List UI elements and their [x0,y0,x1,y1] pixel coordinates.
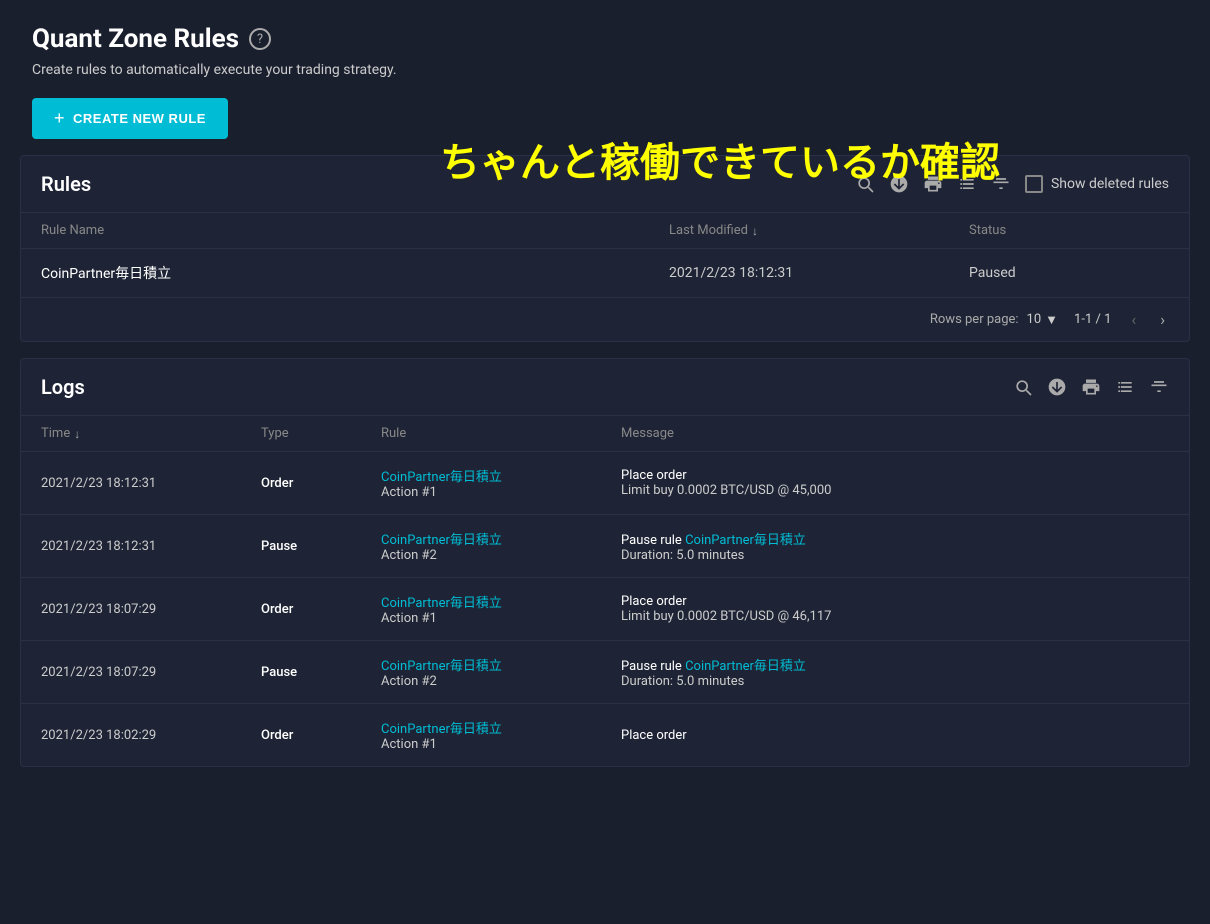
time-header[interactable]: Time ↓ [41,426,261,441]
rules-print-icon[interactable] [923,174,943,194]
show-deleted-checkbox[interactable] [1025,175,1043,193]
rules-section-header: Rules Show deleted rules [21,156,1189,213]
rules-section: Rules Show deleted rules R [20,155,1190,342]
last-modified-cell: 2021/2/23 18:12:31 [669,265,969,281]
rules-section-title: Rules [41,172,91,196]
log-type-5: Order [261,728,381,743]
status-cell: Paused [969,265,1169,281]
table-row: CoinPartner毎日積立 2021/2/23 18:12:31 Pause… [21,249,1189,298]
rules-filter-icon[interactable] [991,174,1011,194]
log-rule-action-1: Action #1 [381,485,621,500]
log-rule-link-2[interactable]: CoinPartner毎日積立 [381,529,621,548]
prev-page-button[interactable]: ‹ [1127,308,1140,331]
logs-search-icon[interactable] [1013,377,1033,397]
log-time-5: 2021/2/23 18:02:29 [41,728,261,743]
log-rule-1: CoinPartner毎日積立 Action #1 [381,466,621,500]
rules-search-icon[interactable] [855,174,875,194]
logs-filter-icon[interactable] [1149,377,1169,397]
log-rule-action-5: Action #1 [381,737,621,752]
pagination-info: 1-1 / 1 [1074,312,1111,327]
log-type-1: Order [261,476,381,491]
show-deleted-toggle[interactable]: Show deleted rules [1025,175,1169,193]
rows-per-page-label: Rows per page: [930,312,1019,327]
page-title: Quant Zone Rules [32,24,239,54]
log-time-4: 2021/2/23 18:07:29 [41,665,261,680]
log-time-2: 2021/2/23 18:12:31 [41,539,261,554]
help-icon[interactable]: ? [249,28,271,50]
log-message-2: Pause rule CoinPartner毎日積立 Duration: 5.0… [621,529,1169,563]
type-header: Type [261,426,381,441]
time-sort-arrow: ↓ [74,427,80,441]
table-row: 2021/2/23 18:12:31 Pause CoinPartner毎日積立… [21,515,1189,578]
rules-section-actions: Show deleted rules [855,174,1169,194]
logs-section-header: Logs [21,359,1189,416]
message-rule-link-4[interactable]: CoinPartner毎日積立 [685,659,806,674]
rule-name-header: Rule Name [41,223,669,238]
log-type-3: Order [261,602,381,617]
status-header: Status [969,223,1169,238]
log-rule-link-4[interactable]: CoinPartner毎日積立 [381,655,621,674]
rules-table-footer: Rows per page: 10 ▼ 1-1 / 1 ‹ › [21,298,1189,341]
log-rule-action-3: Action #1 [381,611,621,626]
logs-section: Logs Time ↓ Type Ru [20,358,1190,767]
log-time-3: 2021/2/23 18:07:29 [41,602,261,617]
rules-table-header: Rule Name Last Modified ↓ Status [21,213,1189,249]
log-rule-link-3[interactable]: CoinPartner毎日積立 [381,592,621,611]
table-row: 2021/2/23 18:07:29 Order CoinPartner毎日積立… [21,578,1189,641]
log-rule-4: CoinPartner毎日積立 Action #2 [381,655,621,689]
log-type-4: Pause [261,665,381,680]
log-time-1: 2021/2/23 18:12:31 [41,476,261,491]
log-rule-3: CoinPartner毎日積立 Action #1 [381,592,621,626]
table-row: 2021/2/23 18:12:31 Order CoinPartner毎日積立… [21,452,1189,515]
sort-arrow-icon: ↓ [752,224,758,238]
logs-table-header: Time ↓ Type Rule Message [21,416,1189,452]
log-message-4: Pause rule CoinPartner毎日積立 Duration: 5.0… [621,655,1169,689]
message-header: Message [621,426,1169,441]
create-new-rule-button[interactable]: + CREATE NEW RULE [32,98,228,139]
last-modified-header[interactable]: Last Modified ↓ [669,223,969,238]
logs-download-icon[interactable] [1047,377,1067,397]
rows-per-page-select[interactable]: 10 ▼ [1027,312,1059,328]
log-rule-5: CoinPartner毎日積立 Action #1 [381,718,621,752]
show-deleted-label: Show deleted rules [1051,176,1169,192]
page-subtitle: Create rules to automatically execute yo… [32,62,1178,78]
message-rule-link-2[interactable]: CoinPartner毎日積立 [685,533,806,548]
logs-print-icon[interactable] [1081,377,1101,397]
table-row: 2021/2/23 18:07:29 Pause CoinPartner毎日積立… [21,641,1189,704]
log-rule-link-5[interactable]: CoinPartner毎日積立 [381,718,621,737]
log-message-5: Place order [621,728,1169,743]
log-message-3: Place order Limit buy 0.0002 BTC/USD @ 4… [621,594,1169,624]
log-rule-2: CoinPartner毎日積立 Action #2 [381,529,621,563]
logs-columns-icon[interactable] [1115,377,1135,397]
log-type-2: Pause [261,539,381,554]
log-rule-action-2: Action #2 [381,548,621,563]
rule-col-header: Rule [381,426,621,441]
log-message-1: Place order Limit buy 0.0002 BTC/USD @ 4… [621,468,1169,498]
logs-section-actions [1013,377,1169,397]
rules-columns-icon[interactable] [957,174,977,194]
rows-per-page: Rows per page: 10 ▼ [930,312,1058,328]
logs-section-title: Logs [41,375,85,399]
rules-download-icon[interactable] [889,174,909,194]
create-button-label: CREATE NEW RULE [73,111,206,126]
rule-name-cell: CoinPartner毎日積立 [41,263,669,283]
plus-icon: + [54,108,65,129]
log-rule-action-4: Action #2 [381,674,621,689]
rows-select-chevron: ▼ [1045,312,1058,328]
table-row: 2021/2/23 18:02:29 Order CoinPartner毎日積立… [21,704,1189,766]
log-rule-link-1[interactable]: CoinPartner毎日積立 [381,466,621,485]
next-page-button[interactable]: › [1156,308,1169,331]
